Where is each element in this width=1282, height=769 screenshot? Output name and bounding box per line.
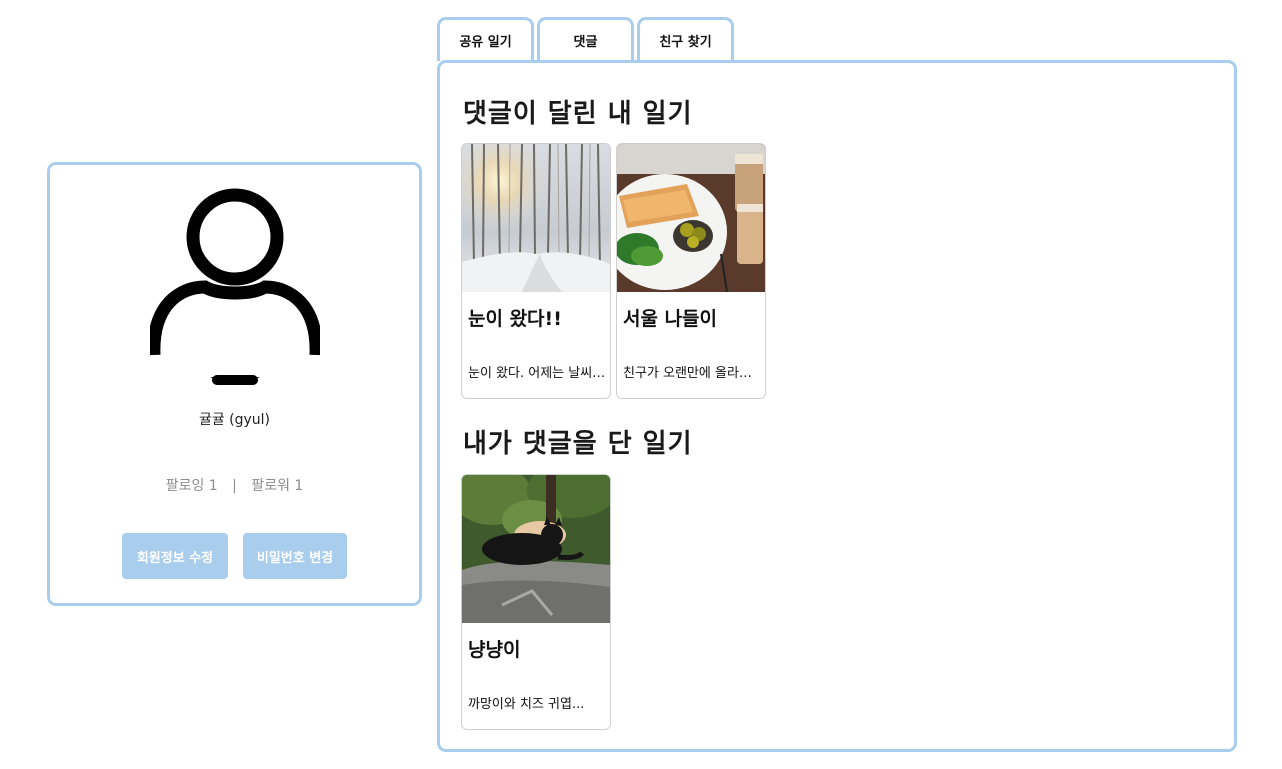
- diary-card[interactable]: 냥냥이 까망이와 치즈 귀엽...: [461, 474, 611, 730]
- card-excerpt: 친구가 오랜만에 올라와서...: [623, 366, 761, 381]
- food-tray-image: [617, 144, 765, 292]
- profile-card: 귤귤 (gyul) 팔로잉 1 | 팔로워 1 회원정보 수정 비밀번호 변경: [47, 162, 422, 606]
- section-title-commented: 댓글이 달린 내 일기: [463, 99, 693, 129]
- followers-count[interactable]: 팔로워 1: [251, 478, 303, 494]
- section-title-my-comments: 내가 댓글을 단 일기: [463, 429, 693, 459]
- edit-profile-button[interactable]: 회원정보 수정: [122, 533, 228, 579]
- diary-card[interactable]: 눈이 왔다!! 눈이 왔다. 어제는 날씨가...: [461, 143, 611, 399]
- tab-comments[interactable]: 댓글: [537, 17, 634, 61]
- card-excerpt: 까망이와 치즈 귀엽...: [468, 697, 585, 712]
- card-excerpt: 눈이 왔다. 어제는 날씨가...: [468, 366, 606, 381]
- tab-bar: 공유 일기 댓글 친구 찾기: [437, 17, 734, 61]
- content-panel: 댓글이 달린 내 일기 눈이 왔다!! 눈이 왔다. 어제는 날씨가... 서울…: [437, 60, 1237, 752]
- change-password-button[interactable]: 비밀번호 변경: [243, 533, 347, 579]
- follow-separator: |: [232, 478, 237, 494]
- snowy-forest-image: [462, 144, 610, 292]
- cats-on-rock-image: [462, 475, 610, 623]
- card-title: 서울 나들이: [623, 308, 718, 330]
- profile-actions: 회원정보 수정 비밀번호 변경: [50, 533, 419, 579]
- diary-card[interactable]: 서울 나들이 친구가 오랜만에 올라와서...: [616, 143, 766, 399]
- following-count[interactable]: 팔로잉 1: [166, 478, 218, 494]
- tab-shared-diary[interactable]: 공유 일기: [437, 17, 534, 61]
- follow-stats: 팔로잉 1 | 팔로워 1: [50, 475, 419, 495]
- tab-find-friends[interactable]: 친구 찾기: [637, 17, 734, 61]
- profile-name: 귤귤 (gyul): [198, 412, 271, 428]
- card-title: 눈이 왔다!!: [468, 308, 562, 330]
- user-icon: [150, 188, 320, 385]
- card-title: 냥냥이: [468, 639, 521, 661]
